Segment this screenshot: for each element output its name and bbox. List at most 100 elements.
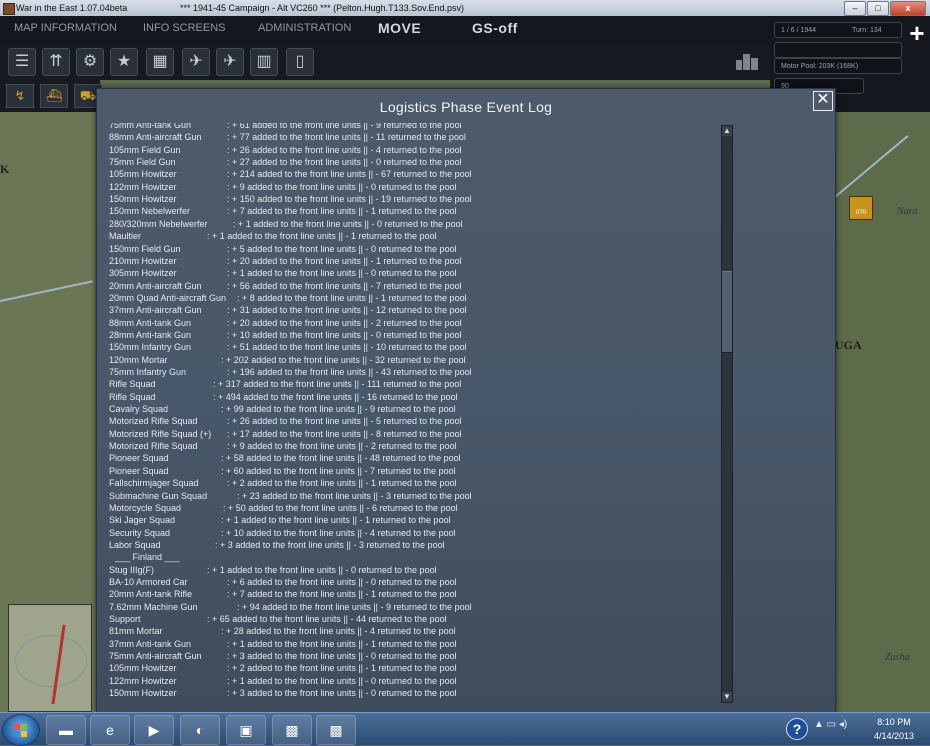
app-icon-grey[interactable]: ◐ bbox=[180, 715, 220, 745]
ship-icon[interactable]: ⛴ bbox=[40, 84, 68, 108]
log-row-detail: : + 27 added to the front line units || … bbox=[227, 157, 462, 168]
app-icon-window[interactable]: ▣ bbox=[226, 715, 266, 745]
log-row-name: 7.62mm Machine Gun bbox=[109, 601, 198, 612]
star-icon[interactable]: ★ bbox=[110, 48, 138, 76]
media-player-icon[interactable]: ▶ bbox=[134, 715, 174, 745]
log-row-name: 75mm Field Gun bbox=[109, 157, 176, 168]
log-row-name: BA-10 Armored Car bbox=[109, 576, 188, 587]
log-row-detail: : + 9 added to the front line units || -… bbox=[227, 181, 457, 192]
log-row-name: 37mm Anti-tank Gun bbox=[109, 638, 192, 649]
log-row-name: Ski Jager Squad bbox=[109, 515, 176, 526]
log-row-detail: : + 202 added to the front line units ||… bbox=[221, 354, 466, 365]
log-row-name: 20mm Anti-tank Rifle bbox=[109, 589, 193, 600]
path-icon[interactable]: ↯ bbox=[6, 84, 34, 108]
air-mission-icon[interactable]: ✈ bbox=[216, 48, 244, 76]
log-row-detail: : + 1 added to the front line units || -… bbox=[221, 515, 451, 526]
log-row-detail: : + 196 added to the front line units ||… bbox=[227, 367, 472, 377]
log-row: 7.62mm Machine Gun : + 94 added to the fr… bbox=[109, 601, 719, 613]
log-row-detail: : + 1 added to the front line units || -… bbox=[207, 231, 437, 242]
log-row-name: 122mm Howitzer bbox=[109, 675, 177, 686]
scroll-thumb[interactable] bbox=[722, 271, 732, 353]
supply-icon[interactable]: ▥ bbox=[250, 48, 278, 76]
log-row: 81mm Mortar: + 28 added to the front lin… bbox=[109, 625, 719, 637]
close-dialog-button[interactable]: ✕ bbox=[813, 91, 833, 111]
log-row-detail: : + 56 added to the front line units || … bbox=[227, 280, 462, 291]
minimize-button[interactable]: – bbox=[844, 1, 866, 16]
log-row: Pioneer Squad: + 58 added to the front l… bbox=[109, 452, 719, 464]
log-row-detail: : + 26 added to the front line units || … bbox=[227, 416, 462, 427]
log-row: Ski Jager Squad : + 1 added to the front … bbox=[109, 514, 719, 526]
gear-icon[interactable]: ⚙ bbox=[76, 48, 104, 76]
buildings-icon[interactable] bbox=[736, 52, 758, 70]
log-row-name: 88mm Anti-tank Gun bbox=[109, 317, 192, 328]
log-row: 122mm Howitzer: + 9 added to the front l… bbox=[109, 181, 719, 193]
map-right-area[interactable]: UGA Nara Zusha 070 bbox=[835, 112, 930, 712]
folder-icon[interactable]: ▬ bbox=[46, 715, 86, 745]
event-log-list[interactable]: 75mm Anti-tank Gun: + 61 added to the fr… bbox=[109, 123, 719, 701]
log-row: 75mm Infantry Gun: + 196 added to the fr… bbox=[109, 366, 719, 378]
log-row-detail: : + 61 added to the front line units || … bbox=[227, 123, 462, 130]
log-row: 150mm Field Gun: + 5 added to the front … bbox=[109, 243, 719, 255]
log-row-detail: : + 31 added to the front line units || … bbox=[227, 305, 467, 316]
log-row: 75mm Anti-tank Gun: + 61 added to the fr… bbox=[109, 123, 719, 131]
fortification-icon[interactable]: ▦ bbox=[146, 48, 174, 76]
log-row-name: Cavalry Squad bbox=[109, 404, 169, 415]
status-box-empty bbox=[774, 42, 902, 58]
air-icon[interactable]: ✈ bbox=[182, 48, 210, 76]
windows-taskbar: ▬ e ▶ ◐ ▣ ▩ ▩ ? ▲ ▭ ◂) 8:10 PM 4/14/2013 bbox=[0, 712, 930, 746]
stack-icon[interactable]: ☰ bbox=[8, 48, 36, 76]
log-row-detail: : + 10 added to the front line units || … bbox=[221, 527, 456, 538]
log-row: Motorized Rifle Squad: + 26 added to the… bbox=[109, 415, 719, 427]
unit-counter[interactable]: 070 bbox=[849, 196, 873, 220]
scroll-down-arrow-icon[interactable]: ▼ bbox=[722, 692, 732, 702]
log-row-detail: : + 1 added to the front line units || -… bbox=[207, 564, 437, 575]
log-row: 210mm Howitzer: + 20 added to the front … bbox=[109, 255, 719, 267]
map-label-uga: UGA bbox=[835, 338, 862, 352]
maximize-button[interactable]: □ bbox=[867, 1, 889, 16]
menu-move[interactable]: MOVE bbox=[378, 20, 421, 36]
start-button[interactable] bbox=[2, 714, 40, 746]
log-row-name: Pioneer Squad bbox=[109, 453, 169, 464]
log-row-detail: : + 214 added to the front line units ||… bbox=[227, 169, 472, 180]
help-icon[interactable]: ? bbox=[786, 718, 808, 740]
log-row-detail: : + 94 added to the front line units || … bbox=[237, 601, 472, 612]
menu-map-information[interactable]: MAP INFORMATION bbox=[14, 22, 117, 34]
minimap[interactable] bbox=[8, 604, 92, 712]
log-row: 20mm Anti-tank Rifle: + 7 added to the f… bbox=[109, 588, 719, 600]
log-row-name: 150mm Nebelwerfer bbox=[109, 206, 191, 217]
log-row-detail: : + 8 added to the front line units || -… bbox=[237, 292, 467, 303]
log-row: Support: + 65 added to the front line un… bbox=[109, 613, 719, 625]
log-row-detail: : + 17 added to the front line units || … bbox=[227, 428, 462, 439]
internet-explorer-icon[interactable]: e bbox=[90, 715, 130, 745]
game-app-icon-2[interactable]: ▩ bbox=[316, 715, 356, 745]
log-row-name: 280/320mm Nebelwerfer bbox=[109, 218, 208, 229]
clock-time[interactable]: 8:10 PM bbox=[866, 717, 922, 727]
close-window-button[interactable]: x bbox=[890, 1, 926, 16]
menu-gs-off[interactable]: GS-off bbox=[472, 20, 518, 36]
log-row-name: ___ Finland ___ bbox=[115, 552, 180, 563]
zoom-in-icon[interactable]: + bbox=[906, 20, 928, 50]
log-row-name: 120mm Mortar bbox=[109, 354, 168, 365]
motor-pool-box: Motor Pool: 203K (168K) bbox=[774, 58, 902, 74]
menu-info-screens[interactable]: INFO SCREENS bbox=[143, 22, 226, 34]
tray-icons[interactable]: ▲ ▭ ◂) bbox=[814, 719, 847, 730]
game-app-icon[interactable]: ▩ bbox=[272, 715, 312, 745]
log-row: Labor Squad: + 3 added to the front line… bbox=[109, 539, 719, 551]
clock-date[interactable]: 4/14/2013 bbox=[866, 731, 922, 741]
log-row-name: 20mm Quad Anti-aircraft Gun bbox=[109, 292, 227, 303]
menu-administration[interactable]: ADMINISTRATION bbox=[258, 22, 351, 34]
log-row: 105mm Field Gun: + 26 added to the front… bbox=[109, 144, 719, 156]
units-icon[interactable]: ⇈ bbox=[42, 48, 70, 76]
current-turn: Turn: 134 bbox=[851, 27, 882, 34]
scroll-up-arrow-icon[interactable]: ▲ bbox=[722, 126, 732, 136]
dialog-title: Logistics Phase Event Log bbox=[379, 99, 553, 115]
log-row-detail: : + 7 added to the front line units || -… bbox=[227, 206, 457, 217]
log-row: 88mm Anti-tank Gun: + 20 added to the fr… bbox=[109, 317, 719, 329]
unit-counter-value: 070 bbox=[855, 210, 866, 216]
date-turn-box: 1 / 6 / 1944 Turn: 134 bbox=[774, 22, 902, 38]
phone-icon[interactable]: ▯ bbox=[286, 48, 314, 76]
log-row-detail: : + 23 added to the front line units || … bbox=[237, 490, 472, 501]
log-row-name: 150mm Field Gun bbox=[109, 243, 181, 254]
log-row: Motorcycle Squad: + 50 added to the fron… bbox=[109, 502, 719, 514]
log-scrollbar[interactable]: ▲ ▼ bbox=[721, 125, 733, 703]
